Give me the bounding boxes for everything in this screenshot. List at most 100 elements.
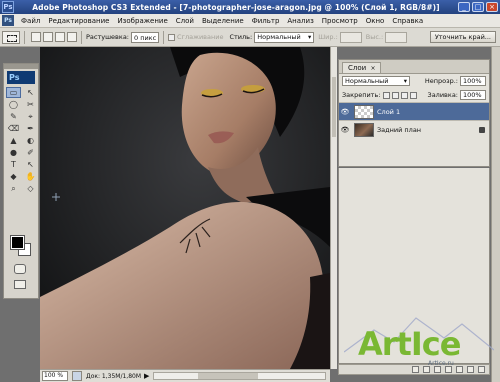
menu-window[interactable]: Окно xyxy=(362,17,389,25)
opacity-label: Непрозр.: xyxy=(424,77,458,85)
lock-position-icon[interactable] xyxy=(401,91,409,99)
layer-row-layer1[interactable]: 👁 Слой 1 xyxy=(339,102,489,120)
layer-style-icon[interactable] xyxy=(423,366,430,373)
move-tool-icon[interactable]: ↖ xyxy=(23,87,38,98)
tab-layers[interactable]: Слои × xyxy=(342,62,382,73)
height-field[interactable] xyxy=(385,31,408,43)
ps-menu-logo[interactable]: Ps xyxy=(2,15,14,26)
dodge-tool-icon[interactable]: ◐ xyxy=(23,135,38,146)
zoom-field[interactable]: 100 % xyxy=(42,371,68,381)
clone-stamp-tool-icon[interactable]: ✒ xyxy=(23,123,38,134)
feather-label: Растушевка: xyxy=(86,33,129,41)
blend-mode-value: Нормальный xyxy=(345,77,389,85)
photo xyxy=(40,47,330,369)
refine-edge-button[interactable]: Уточнить край... xyxy=(429,31,496,43)
photoshop-logo: Ps xyxy=(7,71,35,84)
trash-icon[interactable] xyxy=(478,366,485,373)
lasso-tool-icon[interactable]: ◯ xyxy=(6,99,21,110)
status-bar: 100 % Док: 1,35M/1,80M ▶ xyxy=(40,369,330,382)
photoshop-window: Ps Adobe Photoshop CS3 Extended - [7-pho… xyxy=(0,0,500,382)
document-size: Док: 1,35M/1,80M xyxy=(86,372,142,380)
brush-tool-icon[interactable]: ✎ xyxy=(6,111,21,122)
menu-filter[interactable]: Фильтр xyxy=(248,17,284,25)
menu-file[interactable]: Файл xyxy=(17,17,44,25)
visibility-eye-icon[interactable]: 👁 xyxy=(339,108,351,116)
app-icon[interactable]: Ps xyxy=(2,1,14,13)
layers-list-area xyxy=(338,168,490,364)
pen-tool-icon[interactable]: ✐ xyxy=(23,147,38,158)
marquee-preset-icon[interactable] xyxy=(2,30,20,44)
chevron-down-icon: ▾ xyxy=(307,33,312,41)
maximize-button[interactable]: □ xyxy=(472,2,484,12)
type-tool-icon[interactable]: T xyxy=(6,159,21,170)
style-dropdown[interactable]: Нормальный ▾ xyxy=(254,31,315,43)
opacity-input[interactable]: 100% xyxy=(460,76,486,86)
menu-select[interactable]: Выделение xyxy=(198,17,248,25)
layers-panel: Слои × Нормальный ▾ Непрозр.: 100% Закре… xyxy=(338,59,490,167)
layer-mask-icon[interactable] xyxy=(434,366,441,373)
lock-all-icon[interactable] xyxy=(410,91,418,99)
crop-tool-icon[interactable]: ✂ xyxy=(23,99,38,110)
document-info-icon[interactable] xyxy=(72,371,82,381)
canvas-vertical-scrollbar[interactable] xyxy=(330,47,337,369)
document-canvas[interactable] xyxy=(40,47,330,369)
new-layer-icon[interactable] xyxy=(467,366,474,373)
screen-mode-icon[interactable] xyxy=(14,280,26,289)
status-menu-arrow-icon[interactable]: ▶ xyxy=(144,372,149,380)
rect-marquee-tool-icon[interactable]: ▭ xyxy=(6,87,21,98)
close-button[interactable]: × xyxy=(486,2,498,12)
lock-transparency-icon[interactable] xyxy=(383,91,391,99)
blend-mode-dropdown[interactable]: Нормальный ▾ xyxy=(342,76,410,86)
canvas-horizontal-scrollbar[interactable] xyxy=(153,372,326,380)
eraser-tool-icon[interactable]: ⌫ xyxy=(6,123,21,134)
layer-row-background[interactable]: 👁 Задний план xyxy=(339,120,489,138)
menu-analysis[interactable]: Анализ xyxy=(283,17,317,25)
menu-layer[interactable]: Слой xyxy=(172,17,198,25)
new-selection-icon[interactable] xyxy=(31,32,41,42)
layers-panel-tabs: Слои × xyxy=(339,60,489,74)
adjustment-layer-icon[interactable] xyxy=(445,366,452,373)
title-bar: Ps Adobe Photoshop CS3 Extended - [7-pho… xyxy=(0,0,500,14)
new-group-icon[interactable] xyxy=(456,366,463,373)
gradient-tool-icon[interactable]: ● xyxy=(6,147,21,158)
menu-image[interactable]: Изображение xyxy=(113,17,171,25)
quick-mask-icon[interactable] xyxy=(14,264,26,274)
toolbox-header[interactable] xyxy=(4,64,38,69)
panel-dock-strip xyxy=(491,47,500,382)
height-label: Выс.: xyxy=(365,33,384,41)
intersect-selection-icon[interactable] xyxy=(67,32,77,42)
menu-view[interactable]: Просмотр xyxy=(318,17,362,25)
antialias-checkbox[interactable] xyxy=(168,33,175,41)
visibility-eye-icon[interactable]: 👁 xyxy=(339,126,351,134)
hand-tool-icon[interactable]: ✋ xyxy=(23,171,38,182)
shape-tool-icon[interactable]: ◆ xyxy=(6,171,21,182)
close-icon[interactable]: × xyxy=(370,65,375,72)
menu-edit[interactable]: Редактирование xyxy=(44,17,113,25)
zoom-tool-icon[interactable]: ⌕ xyxy=(6,183,21,194)
chevron-down-icon: ▾ xyxy=(403,77,407,85)
foreground-color-swatch[interactable] xyxy=(10,235,25,250)
path-select-tool-icon[interactable]: ↖ xyxy=(23,159,38,170)
layer-thumbnail xyxy=(354,122,374,137)
feather-input[interactable]: 0 пикс xyxy=(131,31,159,43)
3d-tool-icon[interactable]: ◇ xyxy=(23,183,38,194)
lock-row: Закрепить: Заливка: 100% xyxy=(339,88,489,102)
options-separator xyxy=(163,30,164,44)
width-field[interactable] xyxy=(339,31,362,43)
lock-pixels-icon[interactable] xyxy=(392,91,400,99)
healing-tool-icon[interactable]: ⌖ xyxy=(23,111,38,122)
add-selection-icon[interactable] xyxy=(43,32,53,42)
minimize-button[interactable]: _ xyxy=(458,2,470,12)
antialias-label: Сглаживание xyxy=(177,33,224,41)
window-title: Adobe Photoshop CS3 Extended - [7-photog… xyxy=(32,2,440,12)
lock-icon xyxy=(479,126,485,133)
layer-name: Задний план xyxy=(377,125,422,134)
fill-input[interactable]: 100% xyxy=(460,90,486,100)
lock-label: Закрепить: xyxy=(342,91,381,99)
tool-grid: ▭ ↖ ◯ ✂ ✎ ⌖ ⌫ ✒ ▲ ◐ ● ✐ T ↖ ◆ ✋ ⌕ ◇ xyxy=(4,86,38,195)
menu-help[interactable]: Справка xyxy=(388,17,427,25)
subtract-selection-icon[interactable] xyxy=(55,32,65,42)
link-layers-icon[interactable] xyxy=(412,366,419,373)
blur-tool-icon[interactable]: ▲ xyxy=(6,135,21,146)
tab-layers-label: Слои xyxy=(348,64,367,72)
